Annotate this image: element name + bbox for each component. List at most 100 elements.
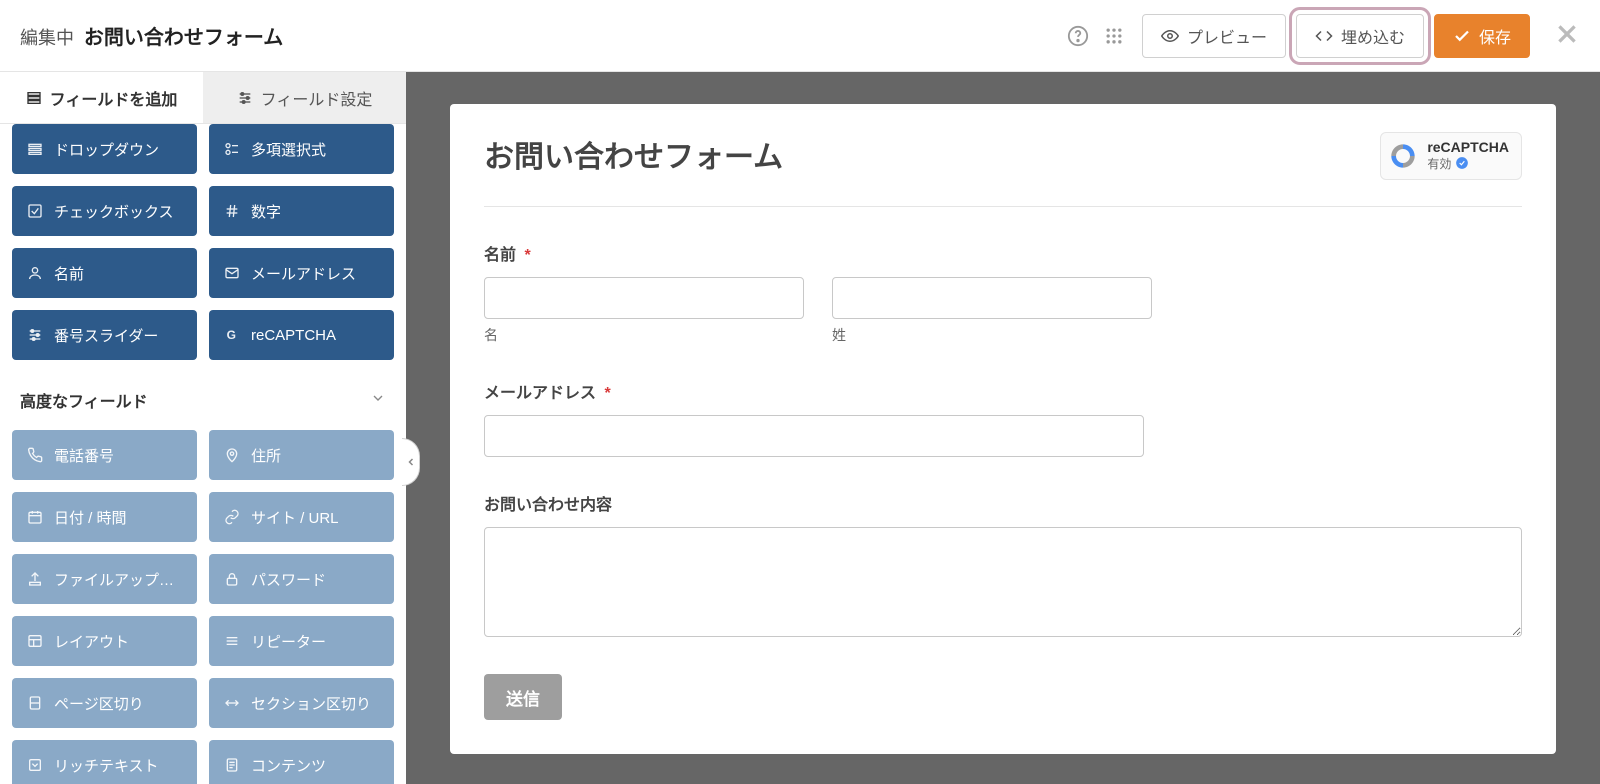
- field-block-user[interactable]: 名前: [12, 248, 197, 298]
- field-block-link[interactable]: サイト / URL: [209, 492, 394, 542]
- layout-icon: [26, 633, 44, 649]
- field-block-label: reCAPTCHA: [251, 327, 336, 344]
- field-block-hash[interactable]: 数字: [209, 186, 394, 236]
- field-block-repeat[interactable]: リピーター: [209, 616, 394, 666]
- sidebar-tabs: フィールドを追加 フィールド設定: [0, 72, 406, 124]
- field-block-rich[interactable]: リッチテキスト: [12, 740, 197, 784]
- repeat-icon: [223, 633, 241, 649]
- email-label: メールアドレス: [484, 385, 596, 402]
- section-icon: [223, 695, 241, 711]
- field-block-pin[interactable]: 住所: [209, 430, 394, 480]
- editing-label: 編集中: [20, 28, 74, 48]
- list-icon: [26, 141, 44, 157]
- verified-icon: [1455, 156, 1469, 173]
- page-icon: [26, 695, 44, 711]
- field-block-label: チェックボックス: [54, 201, 174, 222]
- first-name-sublabel: 名: [484, 325, 804, 345]
- form-field-message[interactable]: お問い合わせ内容: [484, 491, 1522, 640]
- form-name-title: お問い合わせフォーム: [84, 27, 283, 49]
- preview-button[interactable]: プレビュー: [1142, 14, 1286, 58]
- form-field-name[interactable]: 名前 * 名 姓: [484, 241, 1522, 345]
- lock-icon: [223, 571, 241, 587]
- radio-icon: [223, 141, 241, 157]
- field-block-label: 電話番号: [54, 445, 114, 466]
- field-block-label: 数字: [251, 201, 281, 222]
- tab-field-settings[interactable]: フィールド設定: [203, 72, 406, 124]
- field-block-check[interactable]: チェックボックス: [12, 186, 197, 236]
- save-label: 保存: [1479, 24, 1511, 48]
- embed-button[interactable]: 埋め込む: [1296, 14, 1424, 58]
- basic-fields-grid: ドロップダウン 多項選択式チェックボックス 数字名前 メールアドレス番号スライダー Gr…: [12, 124, 394, 360]
- email-input[interactable]: [484, 415, 1144, 457]
- form-preview-card[interactable]: お問い合わせフォーム reCAPTCHA 有効: [450, 104, 1556, 754]
- last-name-input[interactable]: [832, 277, 1152, 319]
- name-label: 名前: [484, 247, 516, 264]
- code-icon: [1315, 27, 1333, 45]
- field-block-label: 名前: [54, 263, 84, 284]
- field-block-label: サイト / URL: [251, 507, 339, 528]
- field-block-label: リピーター: [251, 631, 326, 652]
- field-block-label: レイアウト: [54, 631, 129, 652]
- tab-settings-label: フィールド設定: [261, 86, 373, 110]
- check-icon: [26, 203, 44, 219]
- field-block-lock[interactable]: パスワード: [209, 554, 394, 604]
- sliders-icon: [26, 327, 44, 343]
- message-textarea[interactable]: [484, 527, 1522, 637]
- field-block-list[interactable]: ドロップダウン: [12, 124, 197, 174]
- field-block-calendar[interactable]: 日付 / 時間: [12, 492, 197, 542]
- required-marker: *: [604, 385, 610, 402]
- rich-icon: [26, 757, 44, 773]
- first-name-input[interactable]: [484, 277, 804, 319]
- field-block-layout[interactable]: レイアウト: [12, 616, 197, 666]
- save-button[interactable]: 保存: [1434, 14, 1530, 58]
- field-block-label: ページ区切り: [54, 693, 144, 714]
- form-canvas: お問い合わせフォーム reCAPTCHA 有効: [406, 72, 1600, 784]
- upload-icon: [26, 571, 44, 587]
- field-block-sliders[interactable]: 番号スライダー: [12, 310, 197, 360]
- g-icon: G: [223, 327, 241, 343]
- recaptcha-status-chip[interactable]: reCAPTCHA 有効: [1380, 132, 1522, 180]
- apps-grid-icon[interactable]: [1096, 18, 1132, 54]
- field-block-label: ドロップダウン: [54, 139, 159, 160]
- field-block-upload[interactable]: ファイルアップロ...: [12, 554, 197, 604]
- field-block-label: 番号スライダー: [54, 325, 158, 346]
- field-block-section[interactable]: セクション区切り: [209, 678, 394, 728]
- advanced-section-header[interactable]: 高度なフィールド: [12, 378, 394, 422]
- tab-add-label: フィールドを追加: [50, 86, 178, 110]
- field-block-label: メールアドレス: [251, 263, 356, 284]
- field-block-label: 日付 / 時間: [54, 507, 127, 528]
- mail-icon: [223, 265, 241, 281]
- required-marker: *: [524, 247, 530, 264]
- field-block-label: リッチテキスト: [54, 755, 159, 776]
- field-block-label: 住所: [251, 445, 281, 466]
- field-block-label: パスワード: [251, 569, 326, 590]
- chevron-down-icon: [370, 390, 386, 411]
- fields-icon: [26, 90, 42, 106]
- field-block-g[interactable]: GreCAPTCHA: [209, 310, 394, 360]
- submit-button[interactable]: 送信: [484, 674, 562, 720]
- message-label: お問い合わせ内容: [484, 497, 612, 514]
- advanced-fields-grid: 電話番号 住所日付 / 時間 サイト / URL ファイルアップロ... パスワードレイ…: [12, 430, 394, 784]
- close-icon[interactable]: [1554, 21, 1580, 50]
- help-icon[interactable]: [1060, 18, 1096, 54]
- form-field-email[interactable]: メールアドレス *: [484, 379, 1522, 457]
- link-icon: [223, 509, 241, 525]
- eye-icon: [1161, 27, 1179, 45]
- embed-label: 埋め込む: [1341, 24, 1405, 48]
- field-block-mail[interactable]: メールアドレス: [209, 248, 394, 298]
- tab-add-field[interactable]: フィールドを追加: [0, 72, 203, 124]
- recaptcha-status: 有効: [1427, 157, 1451, 171]
- pin-icon: [223, 447, 241, 463]
- field-block-content[interactable]: コンテンツ: [209, 740, 394, 784]
- sidebar: フィールドを追加 フィールド設定 ドロップダウン 多項選択式チェックボックス 数字名…: [0, 72, 406, 784]
- sliders-icon: [237, 90, 253, 106]
- calendar-icon: [26, 509, 44, 525]
- form-title: お問い合わせフォーム: [484, 132, 783, 176]
- field-block-page[interactable]: ページ区切り: [12, 678, 197, 728]
- field-block-radio[interactable]: 多項選択式: [209, 124, 394, 174]
- field-block-label: ファイルアップロ...: [54, 569, 183, 590]
- advanced-title: 高度なフィールド: [20, 388, 148, 412]
- field-block-phone[interactable]: 電話番号: [12, 430, 197, 480]
- content-icon: [223, 757, 241, 773]
- field-block-label: セクション区切り: [251, 693, 371, 714]
